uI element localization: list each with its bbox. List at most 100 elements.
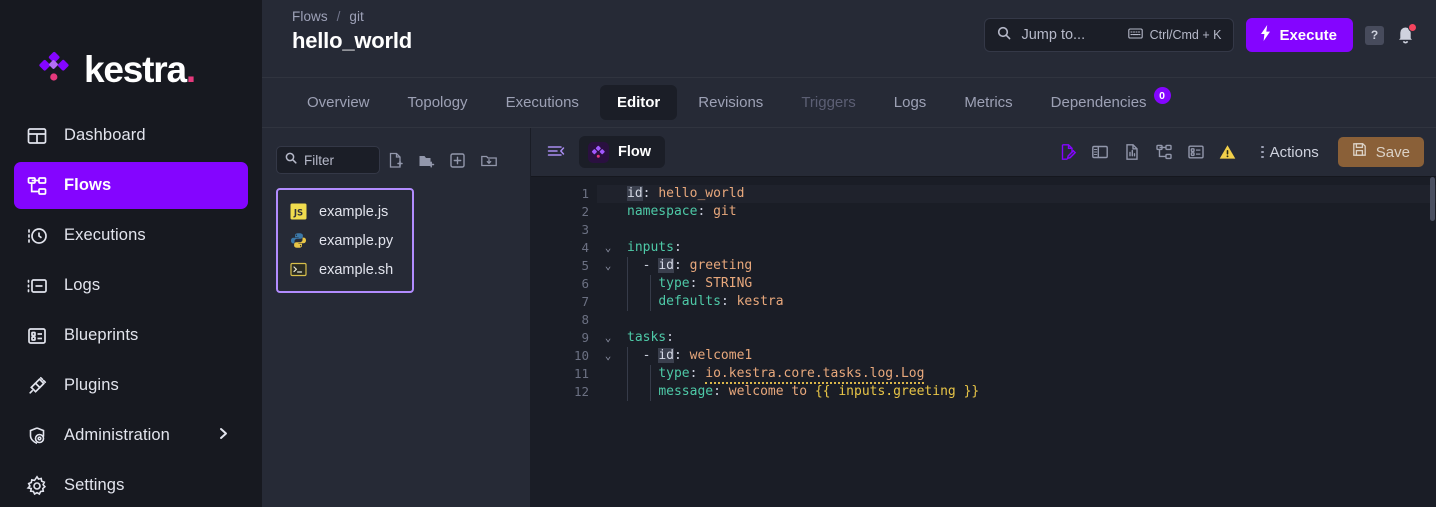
line-number: 1 — [531, 185, 597, 203]
code-token — [627, 276, 658, 291]
topology-tree-icon[interactable] — [1149, 138, 1178, 167]
topbar: Flows / git hello_world Jump to... — [262, 0, 1436, 78]
new-folder-icon[interactable] — [411, 146, 442, 174]
actions-button[interactable]: Actions — [1255, 144, 1329, 161]
sidebar-item-executions[interactable]: Executions — [14, 212, 248, 259]
list-item[interactable]: example.py — [278, 226, 412, 255]
code-token: : — [643, 186, 659, 201]
code-editor-pane: Flow — [531, 128, 1436, 507]
sidebar-item-label: Executions — [64, 226, 146, 245]
sidebar-item-dashboard[interactable]: Dashboard — [14, 112, 248, 159]
code-token: : — [674, 240, 682, 255]
execute-button[interactable]: Execute — [1246, 18, 1353, 52]
flow-tab-button[interactable]: Flow — [579, 136, 665, 168]
app-logo[interactable]: kestra. — [0, 0, 262, 100]
indent-guide — [650, 365, 651, 383]
code-editor[interactable]: 1234⌄5⌄6789⌄10⌄1112 id: hello_worldnames… — [531, 177, 1436, 507]
tab-revisions[interactable]: Revisions — [681, 85, 780, 120]
code-line: type: STRING — [597, 275, 1436, 293]
code-token: kestra — [737, 294, 784, 309]
code-token: type — [658, 276, 689, 291]
notifications-button[interactable] — [1396, 24, 1416, 46]
blueprints-icon[interactable] — [1181, 138, 1210, 167]
code-line: inputs: — [597, 239, 1436, 257]
app-root: kestra. Dashboard — [0, 0, 1436, 507]
code-token: {{ inputs.greeting }} — [815, 384, 979, 399]
code-token — [627, 294, 658, 309]
line-number: 3 — [531, 221, 597, 239]
dashboard-icon — [26, 125, 48, 147]
list-item[interactable]: example.sh — [278, 255, 412, 284]
sidebar-item-label: Logs — [64, 276, 100, 295]
sidebar-item-logs[interactable]: Logs — [14, 262, 248, 309]
indent-guide — [627, 347, 628, 365]
import-folder-icon[interactable] — [473, 146, 504, 174]
tab-topology[interactable]: Topology — [391, 85, 485, 120]
list-item[interactable]: JS example.js — [278, 197, 412, 226]
code-line: message: welcome to {{ inputs.greeting }… — [597, 383, 1436, 401]
code-token: git — [713, 204, 736, 219]
code-token: welcome to — [729, 384, 815, 399]
blueprints-icon — [26, 325, 48, 347]
search-icon — [997, 26, 1011, 45]
code-token: id — [658, 258, 674, 273]
code-text[interactable]: id: hello_worldnamespace: gitinputs: - i… — [597, 177, 1436, 507]
tab-executions[interactable]: Executions — [489, 85, 596, 120]
sidebar-item-blueprints[interactable]: Blueprints — [14, 312, 248, 359]
file-name: example.js — [319, 204, 388, 220]
save-button[interactable]: Save — [1338, 137, 1424, 167]
brand-dot: . — [186, 49, 195, 90]
tab-label: Editor — [617, 94, 660, 111]
scrollbar-thumb[interactable] — [1430, 177, 1435, 221]
tab-dependencies[interactable]: Dependencies 0 — [1034, 85, 1189, 120]
help-button[interactable]: ? — [1365, 26, 1384, 45]
sidebar-item-administration[interactable]: Administration — [14, 412, 248, 459]
warning-triangle-icon[interactable] — [1213, 138, 1242, 167]
code-line: type: io.kestra.core.tasks.log.Log — [597, 365, 1436, 383]
tab-label: Logs — [894, 94, 927, 111]
breadcrumb-root[interactable]: Flows — [292, 9, 328, 24]
search-input[interactable]: Jump to... Ctrl/Cmd + K — [984, 18, 1234, 52]
file-name: example.py — [319, 233, 393, 249]
sidebar-item-flows[interactable]: Flows — [14, 162, 248, 209]
editor-toolbar-actions: Actions Save — [1053, 137, 1424, 167]
file-edit-icon[interactable] — [1053, 138, 1082, 167]
add-box-icon[interactable] — [442, 146, 473, 174]
sidebar-item-plugins[interactable]: Plugins — [14, 362, 248, 409]
sidebar-item-settings[interactable]: Settings — [14, 462, 248, 507]
collapse-panel-icon[interactable] — [547, 143, 565, 161]
sidebar-item-label: Plugins — [64, 376, 119, 395]
chevron-right-icon[interactable] — [217, 427, 230, 445]
code-token: greeting — [690, 258, 753, 273]
line-number: 6 — [531, 275, 597, 293]
code-line: id: hello_world — [597, 185, 1436, 203]
split-view-icon[interactable] — [1085, 138, 1114, 167]
line-number-gutter: 1234⌄5⌄6789⌄10⌄1112 — [531, 177, 597, 507]
administration-icon — [26, 425, 48, 447]
execute-label: Execute — [1279, 27, 1337, 44]
file-explorer-panel: Filter — [262, 128, 531, 507]
breadcrumb: Flows / git — [292, 9, 412, 24]
tab-logs[interactable]: Logs — [877, 85, 944, 120]
code-token: hello_world — [658, 186, 744, 201]
code-token: : — [690, 276, 706, 291]
filter-input[interactable]: Filter — [276, 146, 380, 174]
kestra-flow-icon — [588, 142, 609, 163]
editor-scrollbar[interactable] — [1430, 177, 1436, 507]
main-area: Flows / git hello_world Jump to... — [262, 0, 1436, 507]
code-token: : — [713, 384, 729, 399]
indent-guide — [650, 275, 651, 293]
search-shortcut-text: Ctrl/Cmd + K — [1150, 28, 1222, 42]
js-file-icon: JS — [290, 203, 307, 220]
code-token: defaults — [658, 294, 721, 309]
documentation-icon[interactable] — [1117, 138, 1146, 167]
tab-editor[interactable]: Editor — [600, 85, 677, 120]
breadcrumb-namespace[interactable]: git — [349, 9, 364, 24]
code-token: : — [721, 294, 737, 309]
tab-overview[interactable]: Overview — [290, 85, 387, 120]
new-file-icon[interactable] — [380, 146, 411, 174]
sidebar-item-label: Blueprints — [64, 326, 138, 345]
flows-icon — [26, 175, 48, 197]
file-list: JS example.js example.py — [276, 188, 414, 293]
tab-metrics[interactable]: Metrics — [947, 85, 1029, 120]
